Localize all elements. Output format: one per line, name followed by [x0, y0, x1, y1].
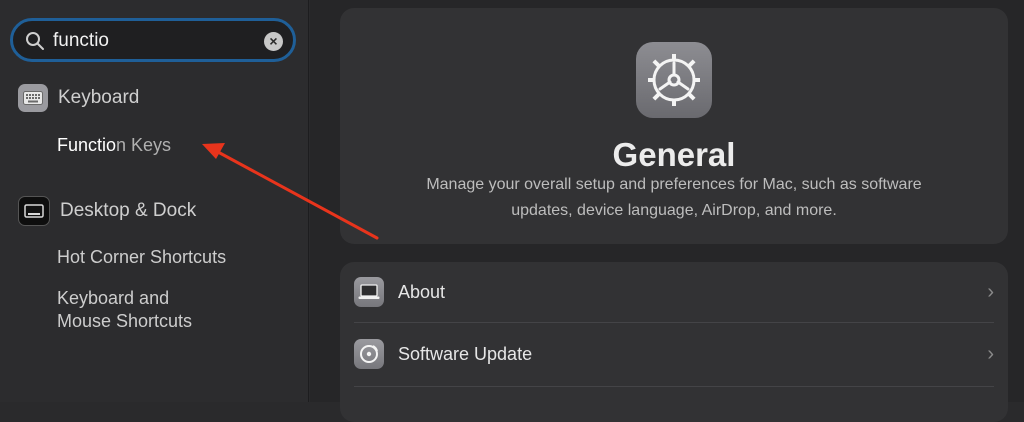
- keyboard-icon: [18, 84, 48, 112]
- search-result-function-keys[interactable]: Function Keys: [57, 134, 171, 157]
- description-line-2: updates, device language, AirDrop, and m…: [511, 202, 837, 219]
- description-line-1: Manage your overall setup and preference…: [426, 176, 922, 193]
- search-icon: [26, 32, 44, 50]
- sidebar-item-label: Desktop & Dock: [60, 200, 197, 221]
- page-description: Manage your overall setup and preference…: [380, 172, 968, 224]
- divider: [354, 322, 994, 323]
- row-label: Software Update: [398, 343, 533, 364]
- divider: [354, 386, 994, 387]
- list-row-about[interactable]: About ›: [354, 262, 994, 322]
- gear-icon: [636, 42, 712, 118]
- page-title: General: [612, 136, 736, 173]
- search-result-keyboard-mouse-shortcuts[interactable]: Keyboard and Mouse Shortcuts: [57, 287, 192, 333]
- list-row-software-update[interactable]: Software Update ›: [354, 324, 994, 384]
- sidebar-item-label: Keyboard: [58, 87, 140, 108]
- search-input[interactable]: functio: [53, 30, 109, 52]
- sidebar: functio × Keyboard Function Keys Desktop…: [0, 0, 309, 402]
- result-rest-text: n Keys: [116, 135, 172, 155]
- result-line-2: Mouse Shortcuts: [57, 311, 193, 331]
- chevron-right-icon: ›: [987, 280, 994, 303]
- search-result-hot-corner-shortcuts[interactable]: Hot Corner Shortcuts: [57, 246, 226, 269]
- clear-search-icon[interactable]: ×: [264, 32, 283, 51]
- chevron-right-icon: ›: [987, 342, 994, 365]
- row-label: About: [398, 281, 446, 302]
- general-header-card: General Manage your overall setup and pr…: [340, 8, 1008, 244]
- settings-pane: General Manage your overall setup and pr…: [310, 0, 1024, 422]
- result-match-text: Functio: [57, 135, 117, 155]
- result-line-1: Keyboard and: [57, 288, 170, 308]
- sidebar-item-desktop-dock[interactable]: Desktop & Dock: [18, 196, 196, 226]
- search-field[interactable]: functio ×: [10, 18, 296, 62]
- general-settings-list: About › Software Update ›: [340, 262, 1008, 422]
- software-update-icon: [354, 339, 384, 369]
- laptop-icon: [354, 277, 384, 307]
- sidebar-item-keyboard[interactable]: Keyboard: [18, 84, 139, 112]
- desktop-dock-icon: [18, 196, 50, 226]
